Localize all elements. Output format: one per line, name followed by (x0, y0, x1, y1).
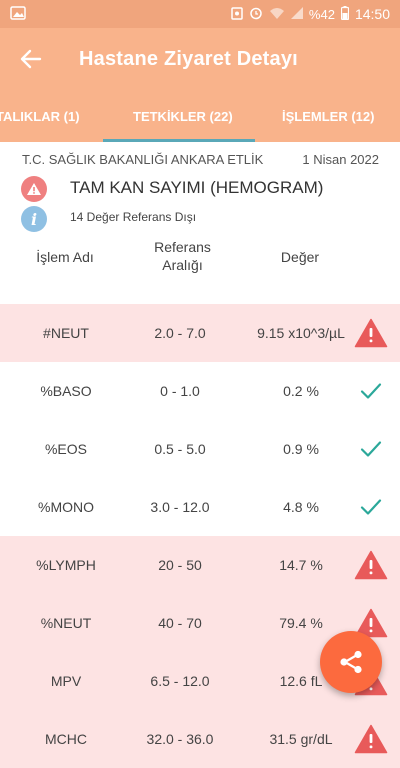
warning-triangle-icon (350, 304, 392, 362)
header-name: İşlem Adı (36, 249, 94, 265)
tab-sonuclar[interactable]: TALIKLAR (1) (0, 90, 80, 142)
image-icon (10, 6, 26, 22)
warning-triangle-icon (350, 536, 392, 594)
result-reference-range: 40 - 70 (158, 615, 202, 631)
data-saver-icon (231, 6, 243, 22)
arrow-left-icon[interactable] (18, 46, 44, 72)
warning-icon (21, 176, 47, 202)
result-name: #NEUT (43, 325, 89, 341)
share-icon (340, 650, 362, 674)
result-reference-range: 0.5 - 5.0 (154, 441, 206, 457)
result-value: 0.9 % (283, 441, 319, 457)
result-reference-range: 20 - 50 (158, 557, 202, 573)
check-icon (350, 478, 392, 536)
result-name: %BASO (40, 383, 92, 399)
result-reference-range: 0 - 1.0 (160, 383, 200, 399)
result-name: %NEUT (40, 615, 92, 631)
visit-date: 1 Nisan 2022 (302, 152, 379, 167)
share-button[interactable] (320, 631, 382, 693)
visit-header: T.C. SAĞLIK BAKANLIĞI ANKARA ETLİK 1 Nis… (0, 150, 400, 170)
hospital-name: T.C. SAĞLIK BAKANLIĞI ANKARA ETLİK (22, 152, 264, 167)
header-reference-line1: Referans (154, 239, 211, 255)
tab-bar: TALIKLAR (1) TETKİKLER (22) İŞLEMLER (12… (0, 90, 400, 142)
signal-icon (290, 7, 303, 21)
status-bar: %42 14:50 (0, 0, 400, 28)
result-value: 31.5 gr/dL (269, 731, 333, 747)
wifi-icon (269, 7, 285, 21)
result-row[interactable]: %BASO 0 - 1.0 0.2 % (0, 362, 400, 420)
clock: 14:50 (354, 6, 390, 22)
battery-percent: %42 (308, 6, 335, 22)
result-row[interactable]: %MONO 3.0 - 12.0 4.8 % (0, 478, 400, 536)
battery-icon (340, 6, 350, 22)
tab-indicator (103, 139, 255, 142)
result-row[interactable]: %EOS 0.5 - 5.0 0.9 % (0, 420, 400, 478)
alarm-icon (249, 6, 263, 22)
result-name: %EOS (44, 441, 87, 457)
result-name: MCHC (45, 731, 87, 747)
result-reference-range: 2.0 - 7.0 (154, 325, 206, 341)
result-name: MPV (50, 673, 82, 689)
check-icon (350, 420, 392, 478)
page-title: Hastane Ziyaret Detayı (79, 47, 298, 70)
header-value: Değer (280, 249, 320, 265)
result-value: 14.7 % (279, 557, 323, 573)
result-name: %MONO (38, 499, 94, 515)
app-bar: Hastane Ziyaret Detayı (0, 28, 400, 90)
result-row[interactable]: %LYMPH 20 - 50 14.7 % (0, 536, 400, 594)
result-reference-range: 6.5 - 12.0 (150, 673, 210, 689)
warning-triangle-icon (350, 710, 392, 768)
result-name: %LYMPH (36, 557, 96, 573)
header-reference-line2: Aralığı (162, 257, 203, 273)
tab-islemler[interactable]: İŞLEMLER (12) (282, 90, 374, 142)
tab-tetkikler[interactable]: TETKİKLER (22) (133, 90, 233, 142)
info-icon: i (21, 206, 47, 232)
result-row[interactable]: MCHC 32.0 - 36.0 31.5 gr/dL (0, 710, 400, 768)
summary-row: i 14 Değer Referans Dışı (0, 206, 400, 232)
result-row[interactable]: #NEUT 2.0 - 7.0 9.15 x10^3/µL (0, 304, 400, 362)
check-icon (350, 362, 392, 420)
out-of-range-summary: 14 Değer Referans Dışı (70, 210, 197, 224)
test-name: TAM KAN SAYIMI (HEMOGRAM) (70, 178, 324, 197)
result-value: 4.8 % (283, 499, 319, 515)
result-value: 0.2 % (283, 383, 319, 399)
result-reference-range: 3.0 - 12.0 (150, 499, 210, 515)
result-reference-range: 32.0 - 36.0 (146, 731, 214, 747)
result-value: 9.15 x10^3/µL (257, 325, 345, 341)
header-reference: Referans Aralığı (135, 238, 230, 274)
test-title-row: TAM KAN SAYIMI (HEMOGRAM) (0, 174, 400, 202)
